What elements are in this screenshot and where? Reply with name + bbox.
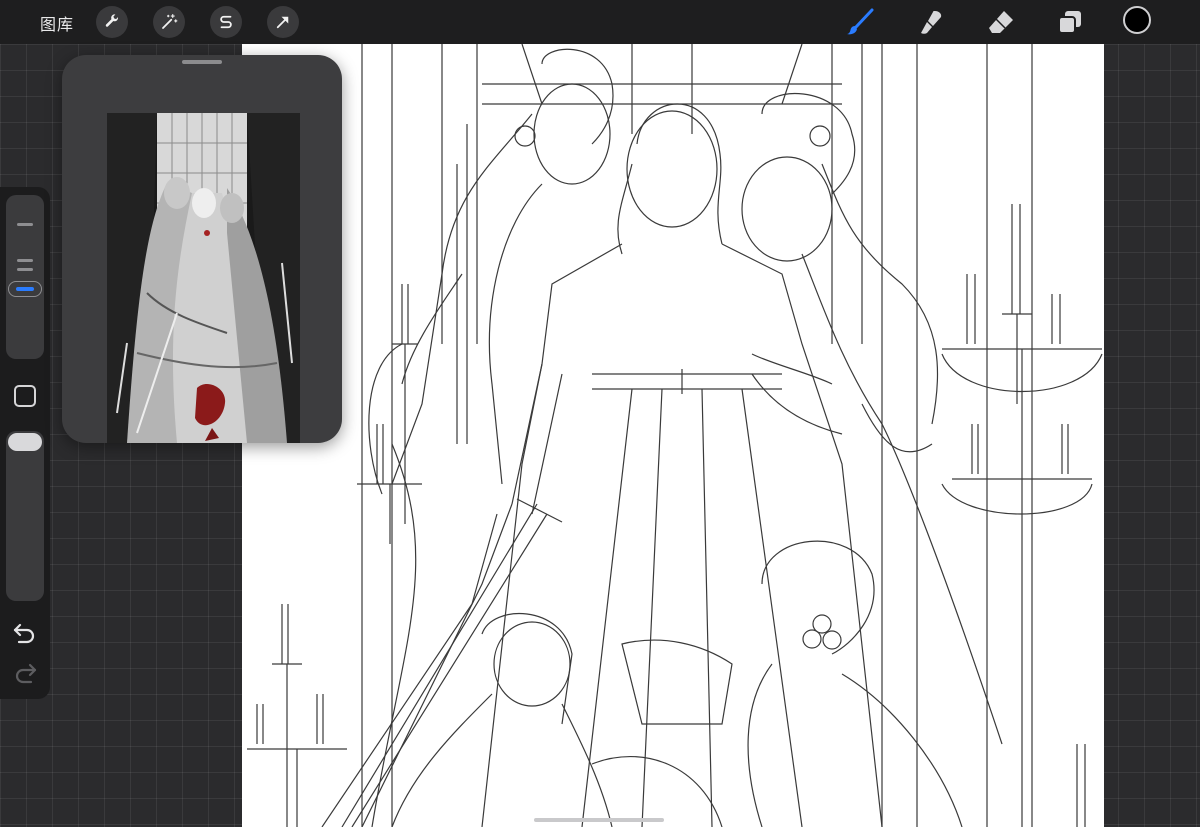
- top-toolbar: 图库: [0, 0, 1200, 44]
- magic-wand-icon: [162, 13, 178, 29]
- slider-tick: [17, 223, 33, 226]
- color-picker-button[interactable]: [1123, 6, 1151, 34]
- transform-button[interactable]: [267, 6, 299, 38]
- brush-tool-button[interactable]: [844, 6, 876, 38]
- reference-drag-handle[interactable]: [182, 60, 222, 64]
- opacity-thumb[interactable]: [8, 433, 42, 451]
- reference-image: [107, 113, 300, 443]
- brush-size-thumb[interactable]: [8, 281, 42, 297]
- smudge-icon: [921, 11, 942, 34]
- redo-icon[interactable]: [12, 660, 38, 686]
- drawing-canvas[interactable]: [242, 44, 1104, 827]
- reference-window[interactable]: [62, 55, 342, 443]
- gallery-button[interactable]: 图库: [40, 11, 74, 35]
- selection-button[interactable]: [210, 6, 242, 38]
- actions-button[interactable]: [96, 6, 128, 38]
- left-sidebar: [0, 187, 50, 699]
- modify-button[interactable]: [14, 385, 36, 407]
- eraser-tool-button[interactable]: [985, 6, 1017, 38]
- layers-icon: [1058, 11, 1081, 34]
- lineart-illustration: [247, 44, 1103, 827]
- scroll-indicator: [534, 818, 664, 822]
- opacity-slider[interactable]: [6, 431, 44, 601]
- brush-icon: [847, 8, 874, 35]
- wrench-icon: [105, 14, 119, 27]
- eraser-icon: [989, 11, 1013, 33]
- slider-tick: [17, 259, 33, 262]
- smudge-tool-button[interactable]: [915, 6, 947, 38]
- slider-tick: [17, 268, 33, 271]
- undo-icon[interactable]: [12, 620, 38, 646]
- brush-size-slider[interactable]: [6, 195, 44, 359]
- arrow-cursor-icon: [276, 16, 289, 29]
- adjustments-button[interactable]: [153, 6, 185, 38]
- layers-button[interactable]: [1054, 6, 1086, 38]
- selection-s-icon: [220, 15, 232, 29]
